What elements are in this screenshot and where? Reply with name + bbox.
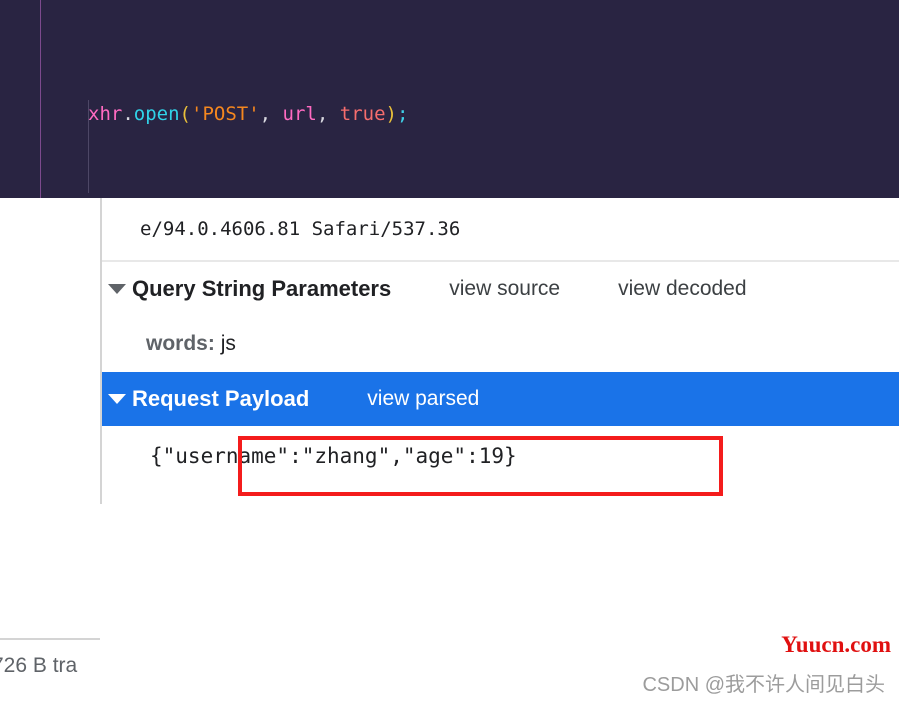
chevron-down-icon-query-string[interactable] — [108, 284, 126, 294]
query-string-parameters-title: Query String Parameters — [132, 276, 392, 301]
query-param-value-words: js — [220, 332, 236, 355]
headers-content[interactable]: e/94.0.4606.81 Safari/537.36 Query Strin… — [100, 198, 899, 504]
request-payload-value[interactable]: {"username":"zhang","age":19} — [102, 426, 899, 486]
request-payload-title: Request Payload — [132, 386, 310, 411]
token-comma-1: , — [259, 103, 272, 125]
code-editor-pane[interactable]: xhr.open('POST', url, true); //xhr.send(… — [0, 0, 899, 198]
view-decoded-link[interactable]: view decoded — [618, 277, 746, 301]
user-agent-value: e/94.0.4606.81 Safari/537.36 — [102, 198, 899, 262]
transferred-size-label: 726 B tra — [0, 654, 78, 677]
token-dot: . — [122, 103, 134, 125]
token-lparen: ( — [179, 103, 191, 125]
watermark-primary: Yuucn.com — [781, 632, 891, 657]
code-line-1[interactable]: xhr.open('POST', url, true); — [0, 99, 899, 130]
token-open: open — [133, 103, 180, 125]
token-rparen-1: ) — [385, 103, 397, 125]
watermark-secondary: CSDN @我不许人间见白头 — [642, 674, 885, 696]
token-xhr: xhr — [88, 103, 123, 125]
view-source-link[interactable]: view source — [449, 277, 560, 301]
token-semicolon-1: ; — [397, 103, 409, 125]
token-true: true — [339, 103, 386, 125]
token-url: url — [282, 103, 317, 125]
token-comma-2: , — [316, 103, 329, 125]
chevron-down-icon-request-payload[interactable] — [108, 394, 126, 404]
devtools-network-headers-pane[interactable]: e/94.0.4606.81 Safari/537.36 Query Strin… — [0, 198, 899, 704]
network-status-bar: 726 B tra — [0, 638, 100, 704]
section-header-query-string-parameters[interactable]: Query String Parameters view source view… — [102, 262, 899, 316]
query-param-key-words: words: — [146, 332, 215, 355]
view-parsed-link[interactable]: view parsed — [367, 387, 479, 411]
query-param-row-words[interactable]: words: js — [102, 316, 899, 372]
section-header-request-payload[interactable]: Request Payload view parsed — [102, 372, 899, 426]
code-lines[interactable]: xhr.open('POST', url, true); //xhr.send(… — [0, 6, 899, 198]
token-string-post: 'POST' — [191, 103, 260, 125]
